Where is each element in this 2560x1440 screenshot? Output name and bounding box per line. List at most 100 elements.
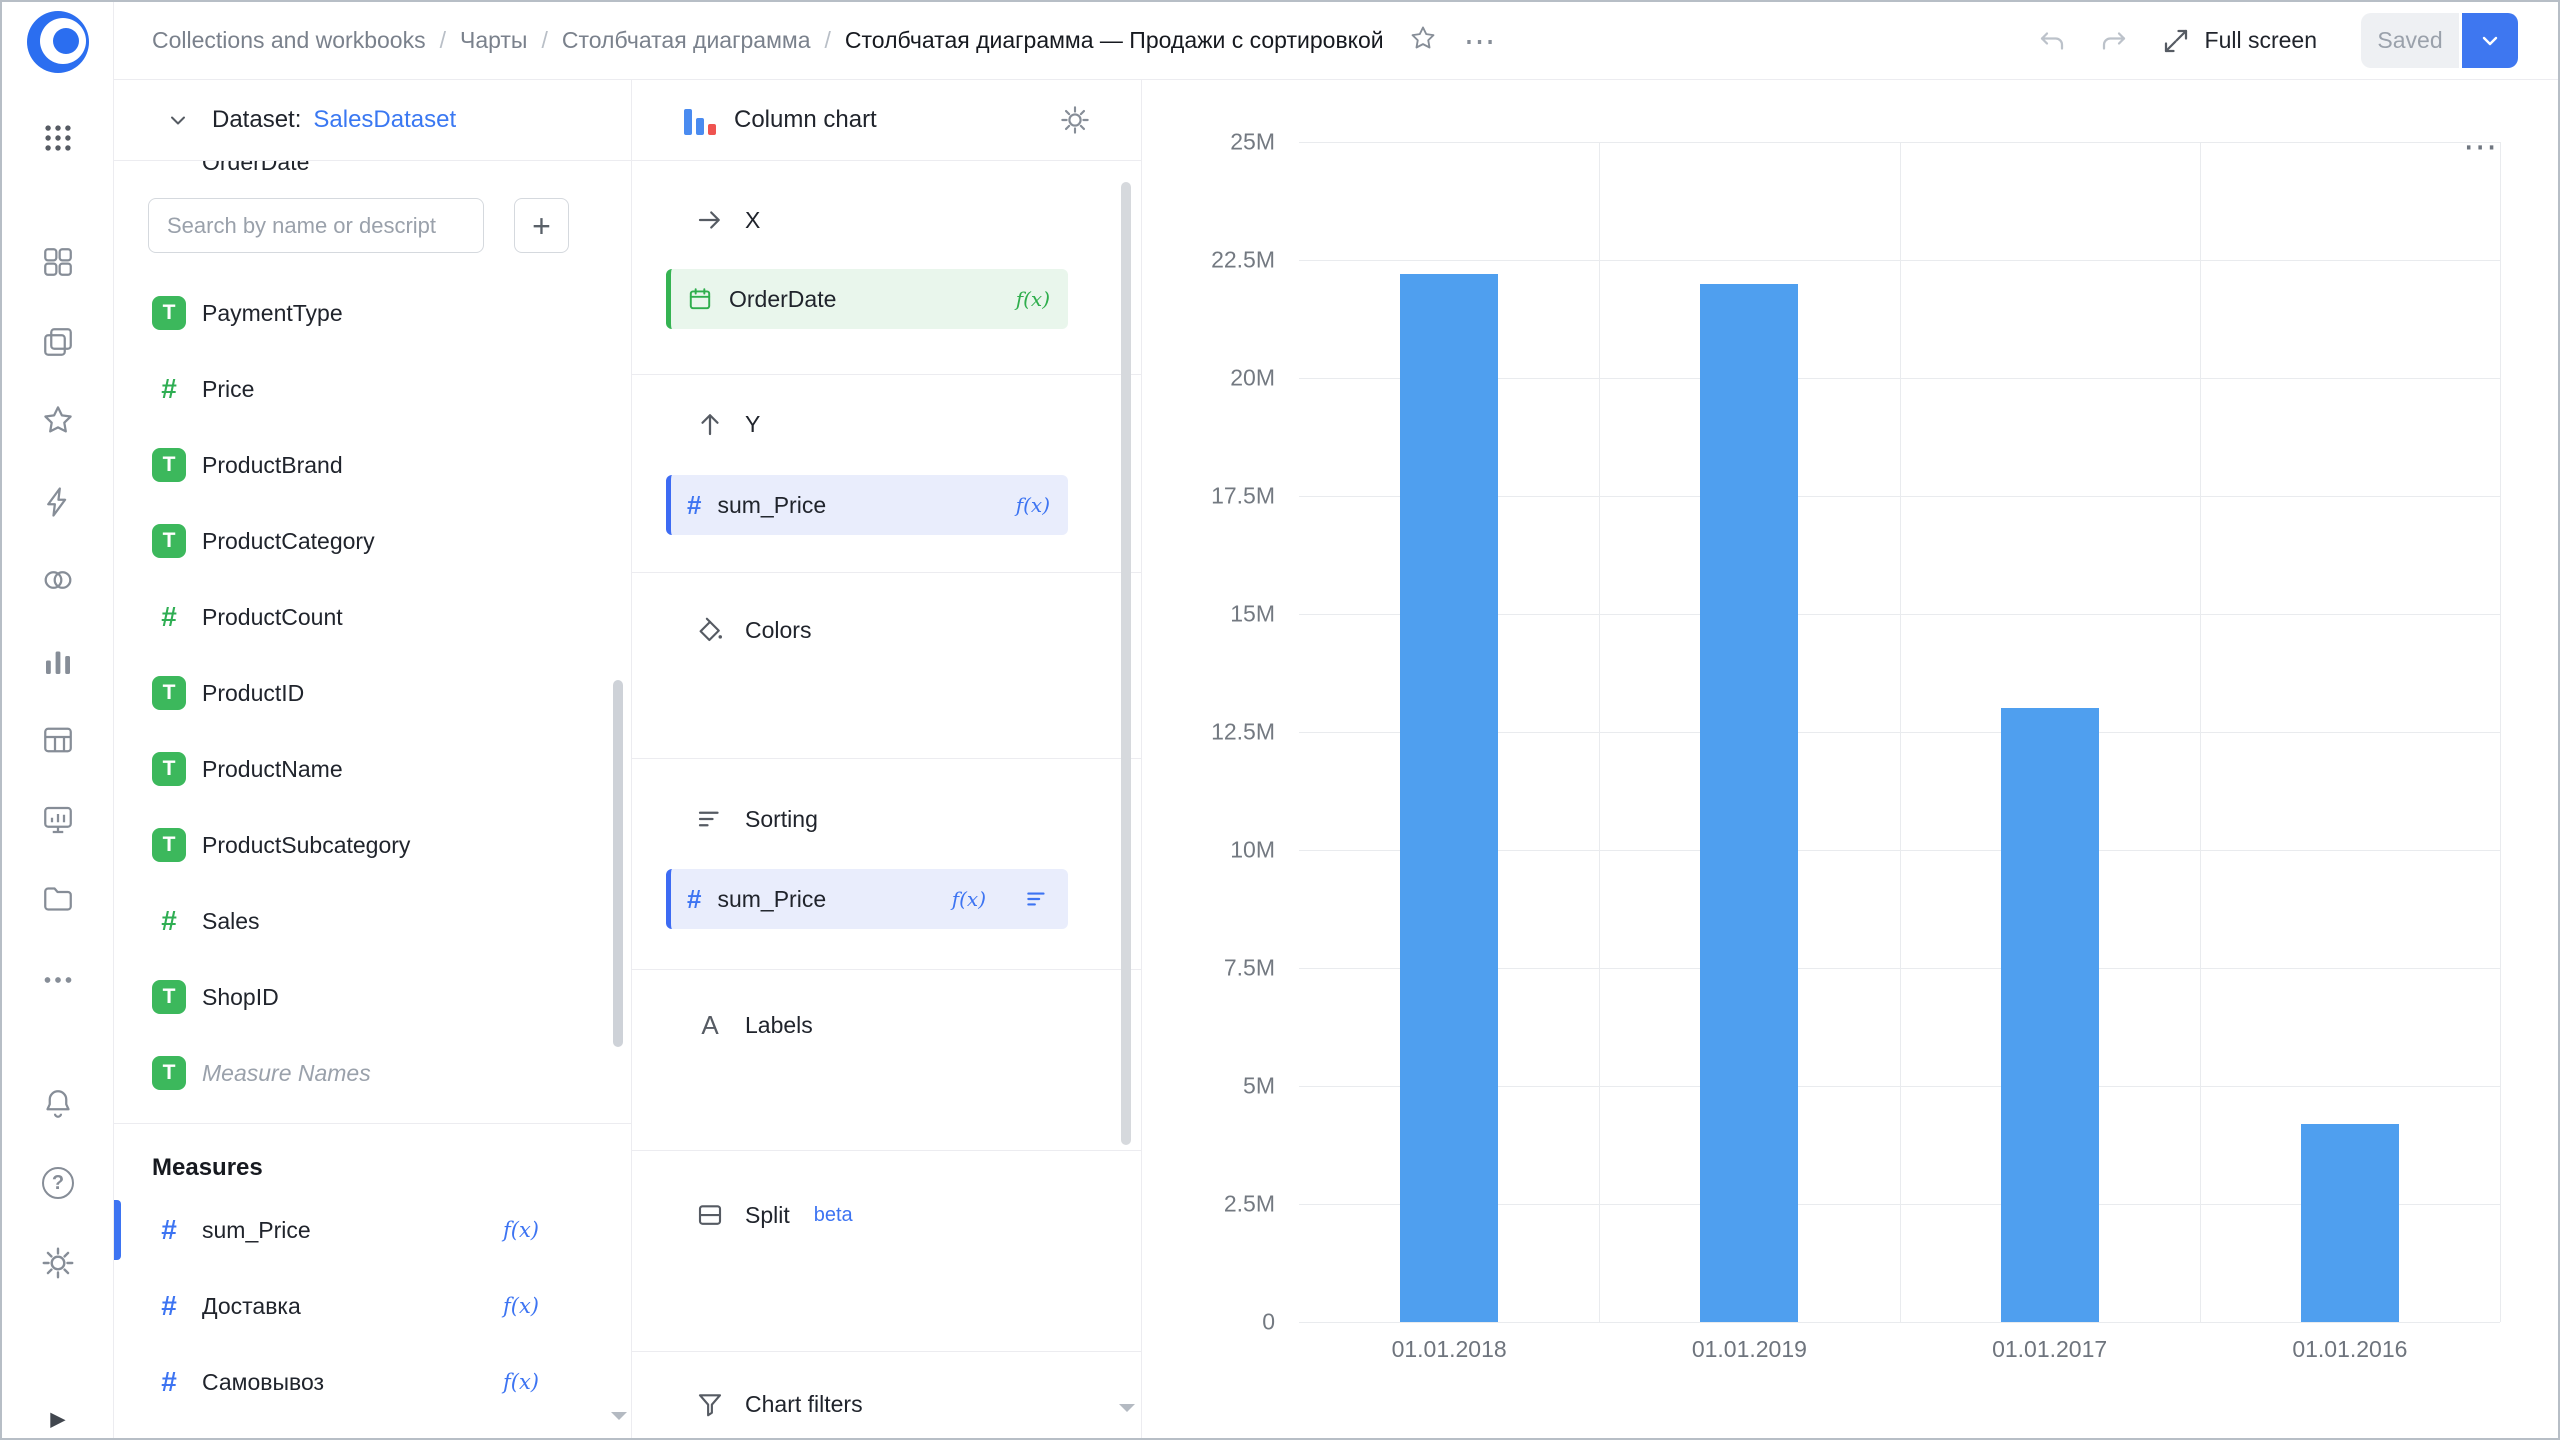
formula-fx-icon[interactable]: f(x) <box>503 1370 539 1394</box>
dataset-scroll-down-icon[interactable] <box>611 1412 627 1428</box>
field-row[interactable]: TProductID <box>114 655 631 731</box>
x-axis-tick-label: 01.01.2016 <box>2292 1336 2407 1363</box>
dataset-collapse-chevron-icon[interactable] <box>166 108 190 132</box>
field-row[interactable]: #Price <box>114 351 631 427</box>
settings-gear-icon[interactable] <box>40 1245 76 1281</box>
measure-row[interactable]: #Самовывозf(x) <box>114 1344 631 1420</box>
saved-button[interactable]: Saved <box>2361 13 2459 68</box>
field-row[interactable]: TMeasure Names <box>114 1035 631 1111</box>
field-row[interactable]: TShopID <box>114 959 631 1035</box>
connections-icon[interactable] <box>40 562 76 598</box>
y-axis-tick-label: 10M <box>1230 837 1275 864</box>
sort-descending-icon[interactable] <box>1024 886 1050 912</box>
datalens-logo[interactable] <box>27 11 89 73</box>
measure-row[interactable]: #sum_Pricef(x) <box>114 1192 631 1268</box>
collapse-sidebar-icon[interactable]: ▶ <box>50 1407 65 1432</box>
string-type-icon: T <box>152 296 186 330</box>
breadcrumb-item[interactable]: Столбчатая диаграмма <box>562 27 811 54</box>
chart-type-label[interactable]: Column chart <box>734 106 877 134</box>
h-gridline <box>1299 1322 2500 1323</box>
x-axis-row: X <box>695 192 1141 248</box>
apps-grid-icon[interactable] <box>41 121 75 155</box>
notifications-bell-icon[interactable] <box>40 1086 76 1122</box>
sorting-section: Sorting # sum_Price f(x) <box>632 759 1141 970</box>
charts-icon[interactable] <box>40 644 76 680</box>
column-chart-type-icon[interactable] <box>684 105 716 135</box>
fullscreen-expand-icon[interactable] <box>2161 26 2191 56</box>
breadcrumb-separator: / <box>825 27 831 54</box>
labels-row: A Labels <box>695 997 1141 1053</box>
breadcrumb-separator: / <box>440 27 446 54</box>
breadcrumb-item[interactable]: Collections and workbooks <box>152 27 426 54</box>
dataset-panel: Dataset: SalesDataset OrderDate + TPayme… <box>114 80 632 1438</box>
sorting-field-pill[interactable]: # sum_Price f(x) <box>666 869 1068 929</box>
chart-bar[interactable] <box>1700 284 1798 1322</box>
config-scroll-down-icon[interactable] <box>1119 1404 1135 1420</box>
string-type-icon: T <box>152 828 186 862</box>
monitoring-icon[interactable] <box>40 802 76 838</box>
dashboards-icon[interactable] <box>40 244 76 280</box>
x-axis-tick-label: 01.01.2018 <box>1392 1336 1507 1363</box>
formula-fx-icon[interactable]: f(x) <box>503 1218 539 1242</box>
fullscreen-label[interactable]: Full screen <box>2205 27 2317 54</box>
chart-filters-section: Chart filters <box>632 1352 1141 1438</box>
field-name: ProductBrand <box>202 452 343 479</box>
chart-bar[interactable] <box>1400 274 1498 1322</box>
config-scrollbar[interactable] <box>1121 182 1131 1145</box>
field-row[interactable]: TProductSubcategory <box>114 807 631 883</box>
page-title: Столбчатая диаграмма — Продажи с сортиро… <box>845 27 1384 54</box>
save-button-group: Saved <box>2361 13 2518 68</box>
help-icon[interactable]: ? <box>42 1167 74 1199</box>
chart-config-panel: Column chart X OrderDate f(x) <box>632 80 1142 1438</box>
y-axis-tick-label: 22.5M <box>1211 247 1275 274</box>
v-gridline <box>1900 142 1901 1322</box>
dataset-scrollbar[interactable] <box>613 680 623 1047</box>
entry-more-icon[interactable]: ⋯ <box>1464 25 1498 57</box>
field-row[interactable]: TProductCategory <box>114 503 631 579</box>
v-gridline <box>2500 142 2501 1322</box>
string-type-icon: T <box>152 980 186 1014</box>
y-axis-tick-label: 12.5M <box>1211 719 1275 746</box>
undo-icon[interactable] <box>2037 26 2067 56</box>
field-row[interactable]: #Sales <box>114 883 631 959</box>
save-dropdown-button[interactable] <box>2462 13 2518 68</box>
field-search-input[interactable] <box>148 198 484 253</box>
favorites-star-icon[interactable] <box>40 402 76 438</box>
breadcrumb-item[interactable]: Чарты <box>460 27 527 54</box>
field-name: ProductCount <box>202 604 343 631</box>
sorting-label: Sorting <box>745 806 818 833</box>
number-type-icon: # <box>152 904 186 938</box>
field-row[interactable]: TProductBrand <box>114 427 631 503</box>
chart-settings-gear-icon[interactable] <box>1059 104 1091 136</box>
chart-bar[interactable] <box>2301 1124 2399 1322</box>
y-axis-tick-label: 0 <box>1262 1309 1275 1336</box>
redo-icon[interactable] <box>2099 26 2129 56</box>
formula-fx-icon[interactable]: f(x) <box>1016 287 1050 311</box>
x-field-pill[interactable]: OrderDate f(x) <box>666 269 1068 329</box>
field-row[interactable]: # ProductCount <box>114 579 631 655</box>
dataset-name-link[interactable]: SalesDataset <box>313 106 456 134</box>
measure-name: Доставка <box>202 1293 301 1320</box>
datasets-table-icon[interactable] <box>40 722 76 758</box>
field-row[interactable]: TPaymentType <box>114 275 631 351</box>
formula-fx-icon[interactable]: f(x) <box>952 887 986 911</box>
collections-icon[interactable] <box>40 324 76 360</box>
editor-lightning-icon[interactable] <box>40 484 76 520</box>
number-type-icon: # <box>152 600 186 634</box>
favorite-star-icon[interactable] <box>1408 23 1438 58</box>
measure-name: Самовывоз <box>202 1369 324 1396</box>
field-row[interactable]: TProductName <box>114 731 631 807</box>
y-field-pill[interactable]: # sum_Price f(x) <box>666 475 1068 535</box>
dataset-label: Dataset: <box>212 106 301 134</box>
formula-fx-icon[interactable]: f(x) <box>1016 493 1050 517</box>
chart-bar[interactable] <box>2001 708 2099 1322</box>
add-field-button[interactable]: + <box>514 198 569 253</box>
more-services-icon[interactable] <box>40 962 76 998</box>
measure-row[interactable]: #Доставкаf(x) <box>114 1268 631 1344</box>
measure-type-icon: # <box>152 1213 186 1247</box>
x-axis-section: X OrderDate f(x) <box>632 161 1141 375</box>
arrow-right-icon <box>695 205 725 235</box>
storage-folder-icon[interactable] <box>40 881 76 917</box>
sorting-field-name: sum_Price <box>717 886 826 913</box>
formula-fx-icon[interactable]: f(x) <box>503 1294 539 1318</box>
